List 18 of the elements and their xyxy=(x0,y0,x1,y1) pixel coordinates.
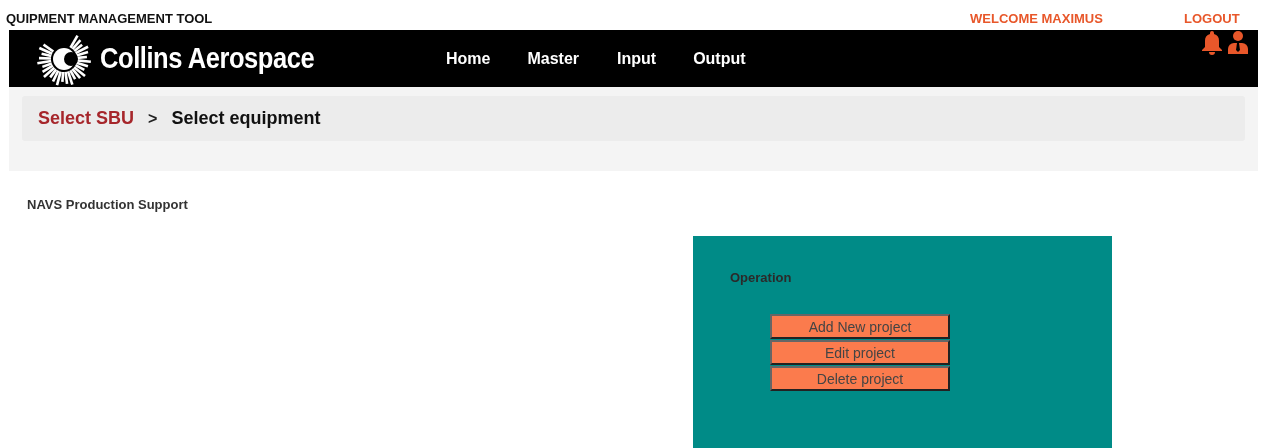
breadcrumb-link[interactable]: Select SBU xyxy=(38,108,135,129)
breadcrumb-current: Select equipment xyxy=(171,108,321,129)
project-button[interactable]: Edit project xyxy=(770,340,950,365)
project-button[interactable]: Add New project xyxy=(770,314,950,339)
panel-title: Operation xyxy=(730,270,792,285)
welcome-text: WELCOME MAXIMUS xyxy=(970,11,1103,26)
user-icon[interactable] xyxy=(1226,30,1250,56)
brand-name: Collins Aerospace xyxy=(100,42,315,75)
nav-link[interactable]: Output xyxy=(693,49,746,68)
section-title: NAVS Production Support xyxy=(27,197,189,212)
nav-link[interactable]: Home xyxy=(446,49,491,68)
app-title: QUIPMENT MANAGEMENT TOOL xyxy=(6,11,213,26)
breadcrumb-separator: > xyxy=(148,109,158,128)
logout-link[interactable]: LOGOUT xyxy=(1184,11,1240,26)
bell-icon[interactable] xyxy=(1200,30,1224,56)
nav-link[interactable]: Input xyxy=(617,49,657,68)
nav-link[interactable]: Master xyxy=(527,49,580,68)
project-button[interactable]: Delete project xyxy=(770,366,950,391)
